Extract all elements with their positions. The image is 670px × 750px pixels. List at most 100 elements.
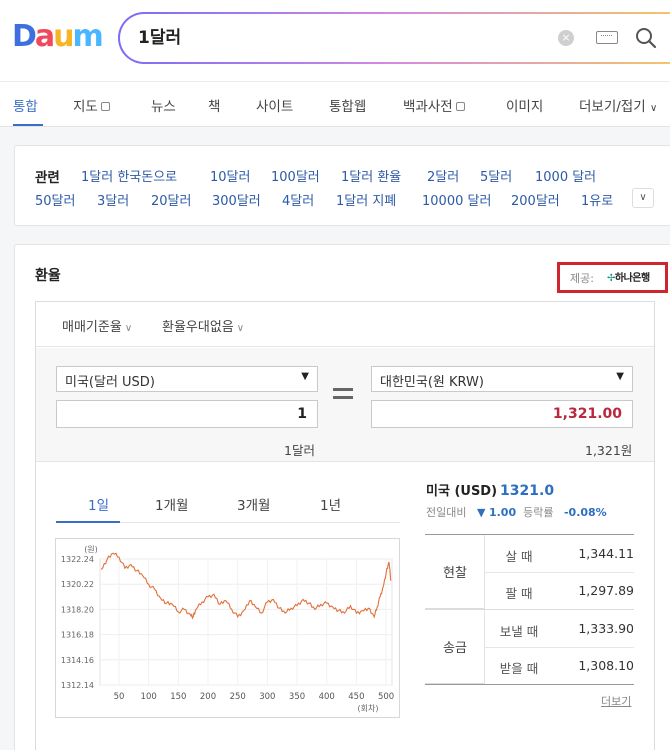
related-link[interactable]: 10000 달러 <box>422 190 491 209</box>
search-icon[interactable] <box>634 26 658 50</box>
row-value: 1,308.10 <box>578 658 634 673</box>
select-value: 대한민국(원 KRW) <box>380 375 484 390</box>
provider-label: 제공: <box>570 272 594 285</box>
tab-more[interactable]: 더보기/접기 ∨ <box>579 95 657 115</box>
x-tick-label: 400 <box>319 692 335 702</box>
from-amount-input[interactable]: 1 <box>56 400 318 428</box>
tab-label: 지도 <box>73 99 98 115</box>
related-link[interactable]: 1달러 환율 <box>341 166 401 185</box>
related-link[interactable]: 20달러 <box>151 190 191 209</box>
related-title: 관련 <box>35 170 60 186</box>
row-value: 1,297.89 <box>578 583 634 598</box>
more-link[interactable]: 더보기 <box>601 693 631 709</box>
row-label: 받을 때 <box>499 661 539 676</box>
y-tick-label: 1312.14 <box>61 681 94 690</box>
provider-name: 하나은행 <box>614 273 650 284</box>
converter: 미국(달러 USD) ▼ 대한민국(원 KRW) ▼ 1 1,321.00 1달러 … <box>36 348 654 462</box>
related-link[interactable]: 200달러 <box>511 190 560 209</box>
table-row: 살 때 1,344.11 <box>425 535 635 572</box>
related-link[interactable]: 1유로 <box>581 190 613 209</box>
chevron-down-icon: ∨ <box>639 192 647 203</box>
period-tab-1d[interactable]: 1일 <box>88 494 109 514</box>
preferential-dropdown[interactable]: 환율우대없음 ∨ <box>162 316 244 335</box>
y-tick-label: 1320.22 <box>61 580 94 589</box>
exchange-panel: 매매기준율 ∨ 환율우대없음 ∨ 미국(달러 USD) ▼ 대한민국(원 KRW) ▼ … <box>35 301 655 750</box>
x-tick-label: 100 <box>141 692 157 702</box>
y-tick-label: 1322.24 <box>61 555 94 564</box>
table-row: 보낼 때 1,333.90 <box>425 610 634 647</box>
x-tick-label: 200 <box>200 692 216 702</box>
related-link[interactable]: 100달러 <box>271 166 320 185</box>
row-label: 살 때 <box>505 549 533 564</box>
table-row: 팔 때 1,297.89 <box>425 572 635 609</box>
from-currency-select[interactable]: 미국(달러 USD) ▼ <box>56 366 318 392</box>
country-label: 미국 (USD) <box>426 484 498 499</box>
option-label: 매매기준율 <box>62 320 122 335</box>
period-tab-1m[interactable]: 1개월 <box>155 494 188 514</box>
tab-images[interactable]: 이미지 <box>506 95 543 115</box>
related-link[interactable]: 3달러 <box>97 190 129 209</box>
down-arrow-icon: ▼ <box>476 506 486 519</box>
tab-label: 뉴스 <box>151 99 176 115</box>
period-tab-1y[interactable]: 1년 <box>320 494 341 514</box>
tab-label: 이미지 <box>506 99 544 115</box>
related-link[interactable]: 1달러 지폐 <box>336 190 396 209</box>
caret-down-icon: ▼ <box>301 371 309 382</box>
tab-books[interactable]: 책 <box>208 95 220 115</box>
rate-type-dropdown[interactable]: 매매기준율 ∨ <box>62 316 132 335</box>
related-link[interactable]: 1000 달러 <box>535 166 596 185</box>
from-amount-words: 1달러 <box>284 443 315 458</box>
rate-chart: 1322.24 1320.22 1318.20 1316.18 1314.16 1312.… <box>55 538 400 718</box>
hana-bank-logo[interactable]: ✢하나은행 <box>607 269 650 284</box>
related-link[interactable]: 10달러 <box>210 166 250 185</box>
active-tab-indicator <box>13 124 43 126</box>
y-tick-label: 1316.18 <box>61 631 94 640</box>
clear-icon[interactable]: × <box>558 30 574 46</box>
row-value: 1,333.90 <box>578 621 634 636</box>
card-title: 환율 <box>35 268 61 284</box>
change-summary: 전일대비 ▼ 1.00 등락률 -0.08% <box>426 504 607 520</box>
active-period-indicator <box>56 521 120 523</box>
daum-logo[interactable]: Daum <box>12 19 104 54</box>
tab-map[interactable]: 지도 <box>73 95 110 115</box>
search-tabs: 통합 지도 뉴스 책 사이트 통합웹 백과사전 이미지 더보기/접기 ∨ <box>0 81 670 127</box>
period-tab-3m[interactable]: 3개월 <box>237 494 270 514</box>
related-link[interactable]: 300달러 <box>212 190 261 209</box>
related-searches: 관련 1달러 한국돈으로 10달러 100달러 1달러 환율 2달러 5달러 1… <box>14 145 670 226</box>
related-link[interactable]: 2달러 <box>427 166 459 185</box>
x-tick-label: 150 <box>170 692 186 702</box>
y-tick-label: 1318.20 <box>61 605 94 614</box>
caret-down-icon: ▼ <box>616 371 624 382</box>
tab-sites[interactable]: 사이트 <box>256 95 293 115</box>
box-icon <box>455 102 465 111</box>
row-label: 팔 때 <box>505 586 533 601</box>
chevron-down-icon: ∨ <box>236 323 245 334</box>
to-currency-select[interactable]: 대한민국(원 KRW) ▼ <box>371 366 633 392</box>
x-tick-label: 500 <box>378 692 394 702</box>
row-label: 보낼 때 <box>499 624 539 639</box>
keyboard-icon[interactable] <box>596 31 618 44</box>
tab-web[interactable]: 통합웹 <box>329 95 366 115</box>
table-row: 받을 때 1,308.10 <box>425 647 634 684</box>
expand-related-button[interactable]: ∨ <box>632 188 654 208</box>
tab-integrated[interactable]: 통합 <box>13 95 38 115</box>
row-value: 1,344.11 <box>578 546 634 561</box>
options-bar: 매매기준율 ∨ 환율우대없음 ∨ <box>36 302 654 347</box>
related-link[interactable]: 4달러 <box>282 190 314 209</box>
related-link[interactable]: 5달러 <box>480 166 512 185</box>
chevron-down-icon: ∨ <box>124 323 133 334</box>
related-link[interactable]: 1달러 한국돈으로 <box>81 166 177 185</box>
related-link[interactable]: 50달러 <box>35 190 75 209</box>
diff-value: 1.00 <box>488 506 517 519</box>
header: Daum 1달러 × <box>0 0 670 81</box>
rate-table: 현찰 살 때 1,344.11 팔 때 1,297.89 송금 보낼 때 1,3… <box>425 534 635 685</box>
to-amount-input[interactable]: 1,321.00 <box>371 400 633 428</box>
select-value: 미국(달러 USD) <box>65 375 155 390</box>
tab-label: 백과사전 <box>403 99 453 115</box>
tab-encyclopedia[interactable]: 백과사전 <box>403 95 465 115</box>
current-rate: 1321.0 <box>500 483 555 499</box>
logo-letter: m <box>72 19 104 54</box>
x-tick-label: 450 <box>348 692 364 702</box>
tab-news[interactable]: 뉴스 <box>151 95 176 115</box>
search-input[interactable]: 1달러 <box>138 26 181 50</box>
